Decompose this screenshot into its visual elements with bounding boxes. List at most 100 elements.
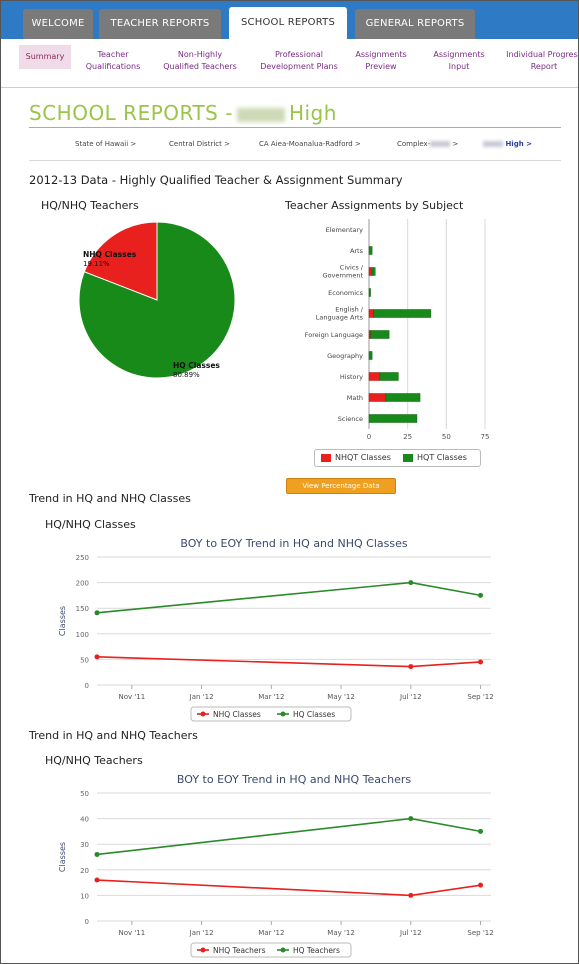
legend-swatch-nhqt [321, 454, 331, 462]
trend-teachers-legend-dot-1 [280, 947, 286, 953]
trend-teachers-point-0-0 [94, 877, 100, 883]
trend-teachers-legend-dot-0 [200, 947, 206, 953]
trend-classes-point-1-0 [94, 610, 100, 616]
trend-classes-point-1-1 [408, 580, 414, 586]
pie-label-hq: HQ Classes [173, 361, 220, 370]
trend-classes-point-0-0 [94, 654, 100, 660]
trend-classes-ylabel: Classes [58, 606, 67, 636]
trend-teachers-xtick-4: Jul '12 [399, 929, 422, 937]
crumb-district[interactable]: Central District > [169, 140, 230, 148]
sub-navigation: Summary Teacher Qualifications Non-Highl… [1, 39, 578, 88]
trend-classes-xtick-3: May '12 [327, 693, 355, 701]
view-percentage-data-button[interactable]: View Percentage Data [286, 478, 396, 494]
bar-category-7: History [340, 373, 363, 381]
section-trend-teachers: Trend in HQ and NHQ Teachers [29, 729, 198, 742]
trend-teachers-title: BOY to EOY Trend in HQ and NHQ Teachers [177, 773, 411, 786]
crumb-complex-arrow: > [452, 140, 459, 148]
trend-teachers-chart: BOY to EOY Trend in HQ and NHQ Teachers 0… [58, 773, 494, 958]
trend-classes-ytick-4: 200 [76, 580, 89, 588]
bar-nhqt-4 [368, 309, 374, 318]
tab-welcome[interactable]: WELCOME [23, 9, 93, 39]
bar-category-4-line-0: English / [335, 306, 364, 314]
trend-classes-ytick-3: 150 [76, 605, 89, 613]
trend-teachers-legend-label-0: NHQ Teachers [213, 946, 266, 955]
trend-classes-legend-dot-0 [200, 711, 206, 717]
tab-teacher-reports[interactable]: TEACHER REPORTS [99, 9, 221, 39]
bar-hqt-4 [373, 309, 432, 318]
trend-classes-subtitle: HQ/NHQ Classes [45, 518, 136, 531]
crumb-state[interactable]: State of Hawaii > [75, 140, 136, 148]
bar-nhqt-7 [368, 372, 381, 381]
trend-teachers-ytick-3: 30 [80, 841, 89, 849]
crumb-complex[interactable]: Complex- > [397, 140, 458, 148]
bar-xtick-1: 25 [403, 433, 412, 441]
legend-swatch-hqt [403, 454, 413, 462]
bar-category-3: Economics [328, 289, 363, 297]
crumb-school[interactable]: High > [483, 140, 532, 148]
tab-general-reports[interactable]: GENERAL REPORTS [355, 9, 475, 39]
bar-hqt-9 [368, 414, 418, 423]
redacted-complex [430, 141, 451, 147]
legend-label-hqt: HQT Classes [417, 453, 467, 462]
redacted-school [483, 141, 503, 147]
trend-teachers-xtick-0: Nov '11 [119, 929, 146, 937]
trend-classes-legend-label-1: HQ Classes [293, 710, 335, 719]
bar-hqt-6 [368, 351, 373, 360]
trend-classes-point-0-1 [408, 664, 414, 670]
bar-category-2-line-1: Government [322, 272, 363, 280]
bar-hqt-8 [385, 393, 421, 402]
bar-xtick-3: 75 [481, 433, 490, 441]
legend-label-nhqt: NHQT Classes [335, 453, 391, 462]
subnav-assignments-preview[interactable]: Assignments Preview [353, 49, 409, 73]
bar-category-6: Geography [327, 352, 363, 360]
trend-classes-xtick-5: Sep '12 [467, 693, 493, 701]
bar-legend: NHQT Classes HQT Classes [314, 449, 481, 467]
breadcrumb: State of Hawaii > Central District > CA … [29, 127, 561, 161]
subnav-assignments-input[interactable]: Assignments Input [429, 49, 489, 73]
bar-hqt-7 [379, 372, 399, 381]
subnav-individual-progress[interactable]: Individual Progress Report [501, 49, 578, 73]
page-title-suffix: High [288, 101, 337, 125]
trend-teachers-point-1-1 [408, 816, 414, 822]
app-frame: WELCOME TEACHER REPORTS SCHOOL REPORTS G… [0, 0, 579, 964]
trend-classes-ytick-1: 50 [80, 656, 89, 664]
section-trend-classes: Trend in HQ and NHQ Classes [29, 492, 191, 505]
trend-teachers-xtick-2: Mar '12 [258, 929, 284, 937]
bar-category-1: Arts [350, 247, 364, 255]
trend-classes-ytick-2: 100 [76, 631, 89, 639]
pie-pct-nhq: 19.11% [83, 260, 110, 268]
trend-teachers-ytick-2: 20 [80, 867, 89, 875]
trend-classes-xtick-0: Nov '11 [119, 693, 146, 701]
trend-teachers-ylabel: Classes [58, 842, 67, 872]
section-title-summary: 2012-13 Data - Highly Qualified Teacher … [29, 173, 403, 187]
bar-chart: 0 25 50 75 Elementary Arts Civics /Government E… [305, 219, 490, 441]
bar-xtick-0: 0 [367, 433, 371, 441]
crumb-complex-label: Complex- [397, 140, 431, 148]
page-title: SCHOOL REPORTS - High [29, 101, 337, 125]
page-title-prefix: SCHOOL REPORTS - [29, 101, 233, 125]
trend-classes-xtick-1: Jan '12 [189, 693, 214, 701]
bar-hqt-2 [371, 267, 376, 276]
trend-teachers-ytick-5: 50 [80, 790, 89, 798]
bar-category-8: Math [347, 394, 363, 402]
subnav-nhq-teachers[interactable]: Non-Highly Qualified Teachers [159, 49, 241, 73]
trend-classes-ytick-5: 250 [76, 554, 89, 562]
subnav-teacher-qualifications[interactable]: Teacher Qualifications [81, 49, 145, 73]
redacted-school-name [236, 107, 285, 122]
trend-classes-title: BOY to EOY Trend in HQ and NHQ Classes [180, 537, 407, 550]
subnav-pd-plans[interactable]: Professional Development Plans [255, 49, 343, 73]
tab-school-reports[interactable]: SCHOOL REPORTS [229, 7, 347, 39]
crumb-complex-area[interactable]: CA Aiea-Moanalua-Radford > [259, 140, 361, 148]
bar-hqt-3 [368, 288, 371, 297]
bar-nhqt-2 [368, 267, 373, 276]
bar-category-0: Elementary [326, 226, 364, 234]
bar-category-9: Science [338, 415, 363, 423]
trend-teachers-xtick-1: Jan '12 [189, 929, 214, 937]
subnav-summary[interactable]: Summary [19, 45, 71, 69]
bar-xtick-2: 50 [442, 433, 451, 441]
bar-category-5: Foreign Language [305, 331, 363, 339]
trend-classes-point-0-2 [478, 659, 484, 665]
trend-classes-ytick-0: 0 [85, 682, 89, 690]
pie-label-nhq: NHQ Classes [83, 250, 137, 259]
bar-hqt-1 [368, 246, 373, 255]
